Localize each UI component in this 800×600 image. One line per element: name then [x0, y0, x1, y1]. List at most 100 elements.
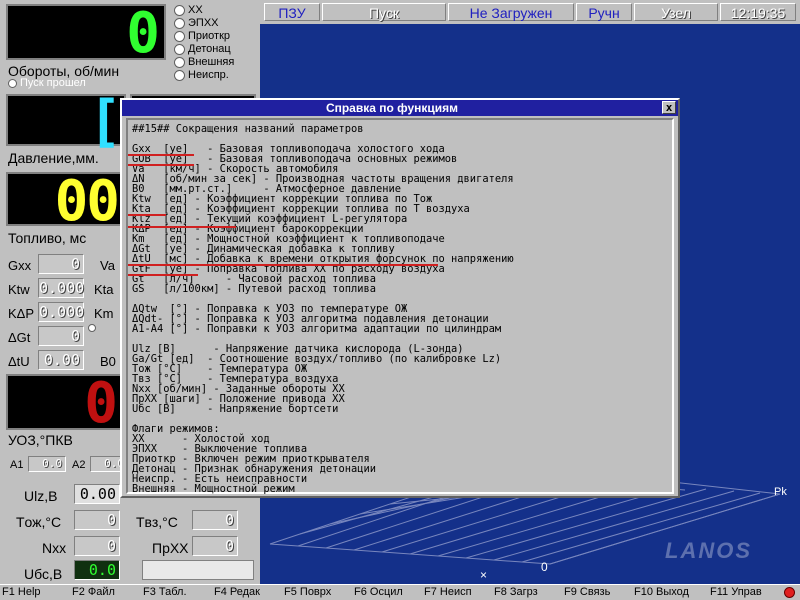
graph-axis-marker: ×	[480, 568, 488, 582]
graph-axis-pk: Pk	[774, 486, 787, 498]
fuel-label: Топливо, мс	[8, 230, 87, 246]
ubs-value: 0.0	[74, 560, 120, 580]
param-ktw-value: 0.000	[38, 278, 85, 298]
flag-radio-icon	[174, 69, 185, 81]
param-dtu-value: 0.00	[38, 350, 84, 370]
pressure-digit: [	[88, 89, 122, 154]
f4-key[interactable]: F4 Редак	[214, 585, 260, 600]
lanos-logo: LANOS	[665, 538, 752, 563]
param-ktw-label: Ktw	[8, 282, 30, 297]
param-va-label: Va	[100, 258, 115, 273]
highlight-kta	[128, 214, 166, 216]
param-dgt-value: 0	[38, 326, 84, 346]
function-key-bar: F1 Help F2 Файл F3 Табл. F4 Редак F5 Пов…	[0, 584, 800, 600]
help-line: GS [л/100км] - Путевой расход топлива	[132, 283, 376, 295]
f10-key[interactable]: F10 Выход	[634, 585, 689, 600]
close-icon: x	[665, 101, 673, 114]
flag-radio-icon	[174, 43, 185, 55]
rpm-sub: Пуск прошел	[8, 77, 86, 89]
param-km-label: Km	[94, 306, 114, 321]
ignition-label: УОЗ,°ПКВ	[8, 432, 73, 448]
param-dgt-label: ΔGt	[8, 330, 31, 345]
prxx-label: ПрXX	[152, 540, 189, 556]
mode-flags: ХХ ЭПХХ Приоткр Детонац Внешняя Неиспр.	[174, 4, 234, 82]
help-line: Uбс [B] - Напряжение бортсети	[132, 403, 339, 415]
highlight-gtf	[128, 264, 438, 266]
param-kta-label: Kta	[94, 282, 114, 297]
param-kdp-value: 0.000	[38, 302, 85, 322]
flag-xx: ХХ	[174, 4, 234, 17]
status-control: Ручн	[576, 3, 632, 21]
param-kdp-label: KΔP	[8, 306, 35, 321]
tvz-label: Tвз,°C	[136, 514, 178, 530]
start-indicator-icon	[8, 78, 17, 88]
radio-icon	[88, 324, 96, 333]
param-k-radio	[88, 322, 99, 334]
highlight-kta-2	[128, 226, 236, 228]
close-button[interactable]: x	[662, 101, 676, 114]
f3-key[interactable]: F3 Табл.	[143, 585, 187, 600]
flag-priotkr: Приоткр	[174, 30, 234, 43]
prxx-value: 0	[192, 536, 238, 556]
help-dialog-title: Справка по функциям	[325, 101, 459, 115]
flag-radio-icon	[174, 17, 185, 29]
help-dialog-titlebar[interactable]: Справка по функциям x	[122, 100, 678, 116]
f7-key[interactable]: F7 Неисп	[424, 585, 472, 600]
status-pzu: ПЗУ	[264, 3, 320, 21]
rpm-panel: 0 Обороты, об/мин Пуск прошел ХХ ЭПХХ Пр…	[0, 0, 260, 90]
tozh-label: Tож,°C	[16, 514, 62, 530]
pressure-display: [	[6, 94, 126, 150]
param-gxx-value: 0	[38, 254, 84, 274]
rpm-sub-text: Пуск прошел	[20, 77, 86, 89]
flag-radio-icon	[174, 4, 185, 16]
ulz-value: 0.00	[74, 484, 120, 504]
highlight-gxx	[128, 154, 194, 156]
tozh-value: 0	[74, 510, 120, 530]
flag-detonac: Детонац	[174, 43, 234, 56]
flag-radio-icon	[174, 56, 185, 68]
f6-key[interactable]: F6 Осцил	[354, 585, 403, 600]
nxx-value: 0	[74, 536, 120, 556]
a1-label: A1	[10, 459, 24, 471]
param-gxx-label: Gxx	[8, 258, 32, 273]
help-dialog[interactable]: Справка по функциям x ##15## Сокращения …	[120, 98, 680, 498]
help-line: ##15## Сокращения названий параметров	[132, 123, 364, 135]
nxx-label: Nxx	[42, 540, 67, 556]
status-mode: Пуск	[322, 3, 446, 21]
f2-key[interactable]: F2 Файл	[72, 585, 115, 600]
highlight-gtf-2	[128, 274, 198, 276]
pressure-label: Давление,мм.	[8, 150, 99, 166]
f5-key[interactable]: F5 Поврх	[284, 585, 331, 600]
flag-vneshnyaya: Внешняя	[174, 56, 234, 69]
tvz-value: 0	[192, 510, 238, 530]
graph-axis-origin: 0	[541, 560, 548, 574]
flag-epxx: ЭПХХ	[174, 17, 234, 30]
param-b0-label: B0	[100, 354, 116, 369]
help-content[interactable]: ##15## Сокращения названий параметров Gx…	[126, 118, 674, 494]
status-node: Узел	[634, 3, 718, 21]
a1-value: 0.0	[28, 456, 66, 472]
status-led-icon	[784, 587, 795, 598]
help-line: A1-A4 [°] - Поправки к УОЗ алгоритма ада…	[132, 323, 502, 335]
ulz-label: Ulz,B	[24, 488, 58, 504]
fuel-value: 00	[54, 169, 120, 234]
flag-radio-icon	[174, 30, 185, 42]
status-state: Не Загружен	[448, 3, 574, 21]
fuel-display: 00	[6, 172, 126, 230]
f9-key[interactable]: F9 Связь	[564, 585, 610, 600]
ignition-display: 0	[6, 371, 126, 436]
highlight-gob	[128, 164, 194, 166]
help-line: Внешняя - Мощностной режим	[132, 483, 295, 495]
mini-graph	[142, 560, 254, 580]
f1-key[interactable]: F1 Help	[2, 585, 41, 600]
status-time: 12:19:35	[720, 3, 796, 21]
status-bar: ПЗУ Пуск Не Загружен Ручн Узел 12:19:35	[260, 0, 800, 24]
f11-key[interactable]: F11 Управ	[710, 585, 762, 600]
ubs-label: Uбс,B	[24, 566, 63, 582]
param-dtu-label: ΔtU	[8, 354, 30, 369]
flag-neispr: Неиспр.	[174, 69, 234, 82]
a2-label: A2	[72, 459, 86, 471]
f8-key[interactable]: F8 Загрз	[494, 585, 538, 600]
ignition-value: 0	[84, 371, 118, 436]
rpm-value: 0	[126, 1, 160, 66]
